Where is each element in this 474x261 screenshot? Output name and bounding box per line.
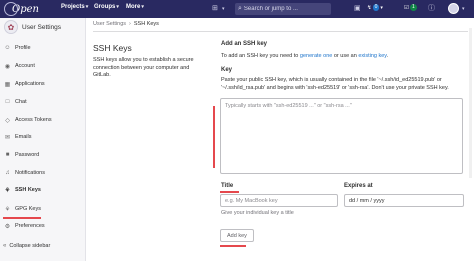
page-description: SSH keys allow you to establish a secure… [93,57,194,78]
sidebar-item-access-tokens[interactable]: ◇ Access Tokens [0,113,86,127]
todos-count: 1 [409,4,417,11]
collapse-icon: « [3,243,7,249]
breadcrumb-separator-icon: › [129,21,131,27]
breadcrumb-current: SSH Keys [133,21,159,27]
sidebar-item-label: Profile [15,45,31,51]
chevron-down-icon[interactable]: ▾ [222,4,225,14]
projects-menu[interactable]: Projects▾ [61,4,88,10]
title-label: Title [221,183,234,189]
expires-date-value: dd / mm / yyyy [349,197,385,204]
generate-one-link[interactable]: generate one [300,53,332,59]
sidebar-item-label: Password [15,152,40,158]
expires-label: Expires at [344,183,373,189]
groups-menu[interactable]: Groups▾ [94,4,119,10]
sidebar-item-label: Account [15,63,35,69]
merge-request-icon: ↯ [367,4,372,11]
collapse-sidebar-label: Collapse sidebar [9,243,51,249]
intro-text: To add an SSH key you need to [221,53,299,59]
search-box[interactable]: ⌕ [235,3,331,15]
chevron-down-icon: ▾ [141,4,144,10]
mail-icon: ✉ [4,134,11,141]
add-key-button[interactable]: Add key [220,229,254,242]
sidebar-header[interactable]: ✿ User Settings [4,20,61,34]
search-input[interactable] [243,6,324,12]
intro-text: or use an [333,53,357,59]
token-icon: ◇ [5,117,10,124]
chat-icon: □ [5,99,10,105]
add-key-intro: To add an SSH key you need to generate o… [221,53,388,59]
sidebar-item-emails[interactable]: ✉ Emails [0,130,86,144]
divider [93,31,468,32]
scrollbar[interactable] [469,28,472,178]
intro-text: . [386,53,389,59]
annotation-mark-key [213,106,215,168]
key-icon: ⚘ [4,206,11,213]
sidebar-item-label: Preferences [15,223,45,229]
merge-requests-button[interactable]: ↯ 0 ▾ [367,4,383,11]
annotation-underline-ssh-keys [3,217,41,219]
main-content: User Settings › SSH Keys SSH Keys SSH ke… [86,18,474,261]
account-icon: ◉ [4,63,11,70]
sidebar-item-profile[interactable]: ☺ Profile [0,41,86,55]
sidebar-item-label: Applications [15,81,45,87]
merge-requests-count: 0 [372,4,380,11]
sidebar-item-label: SSH Keys [15,187,41,193]
todo-icon: ☑ [404,4,409,11]
sidebar-item-gpg-keys[interactable]: ⚘ GPG Keys [0,202,86,216]
key-label: Key [221,67,233,73]
breadcrumb: User Settings › SSH Keys [93,21,159,27]
preferences-icon: ⚙ [4,223,11,230]
bell-icon: ♫ [5,170,10,176]
title-help-text: Give your individual key a title [221,210,294,216]
collapse-sidebar-button[interactable]: « Collapse sidebar [3,243,50,249]
logo-mark-icon [4,2,18,16]
more-menu[interactable]: More▾ [126,4,144,10]
sidebar-item-label: Access Tokens [15,117,52,123]
groups-menu-label: Groups [94,4,116,10]
chevron-down-icon: ▾ [85,4,89,10]
sidebar-item-preferences[interactable]: ⚙ Preferences [0,219,86,233]
sidebar-item-label: GPG Keys [15,206,41,212]
sidebar-item-account[interactable]: ◉ Account [0,59,86,73]
top-navbar: Open Projects▾ Groups▾ More▾ ⊞ ▾ ⌕ ▣ ↯ 0… [0,0,474,18]
key-icon: ⚘ [4,187,11,194]
sidebar-item-notifications[interactable]: ♫ Notifications [0,166,86,180]
lock-icon: ■ [5,152,10,158]
annotation-underline-title [220,191,239,193]
sidebar-item-label: Chat [15,99,27,105]
key-textarea[interactable] [220,98,463,174]
chevron-down-icon: ▾ [380,4,383,11]
settings-sidebar: ✿ User Settings ☺ Profile ◉ Account ▦ Ap… [0,18,86,261]
key-help-text: Paste your public SSH key, which is usua… [221,77,449,91]
more-menu-label: More [126,4,141,10]
sidebar-title: User Settings [22,23,62,31]
user-settings-avatar-icon: ✿ [4,20,18,34]
logo[interactable]: Open [4,1,44,17]
chevron-down-icon: ▾ [116,4,119,10]
projects-menu-label: Projects [61,4,85,10]
page-title: SSH Keys [93,43,132,53]
breadcrumb-parent[interactable]: User Settings [93,21,126,27]
user-avatar[interactable] [448,3,459,14]
sidebar-item-ssh-keys[interactable]: ⚘ SSH Keys [0,183,86,197]
search-icon: ⌕ [238,5,242,12]
sidebar-item-label: Emails [15,134,32,140]
todos-button[interactable]: ☑ 1 [404,4,417,11]
profile-icon: ☺ [4,45,11,51]
chevron-down-icon[interactable]: ▾ [462,4,465,14]
sidebar-item-applications[interactable]: ▦ Applications [0,77,86,91]
title-input[interactable] [220,194,338,207]
applications-icon: ▦ [4,81,11,88]
add-key-heading: Add an SSH key [221,41,268,47]
sidebar-item-password[interactable]: ■ Password [0,148,86,162]
annotation-underline-add-key [220,245,246,247]
issues-icon[interactable]: ▣ [354,4,361,14]
expires-date-input[interactable]: dd / mm / yyyy [344,194,464,207]
help-icon[interactable]: ⓘ [428,4,435,14]
existing-key-link[interactable]: existing key [358,53,386,59]
create-new-icon[interactable]: ⊞ [212,4,218,14]
sidebar-item-label: Notifications [15,170,45,176]
sidebar-item-chat[interactable]: □ Chat [0,95,86,109]
